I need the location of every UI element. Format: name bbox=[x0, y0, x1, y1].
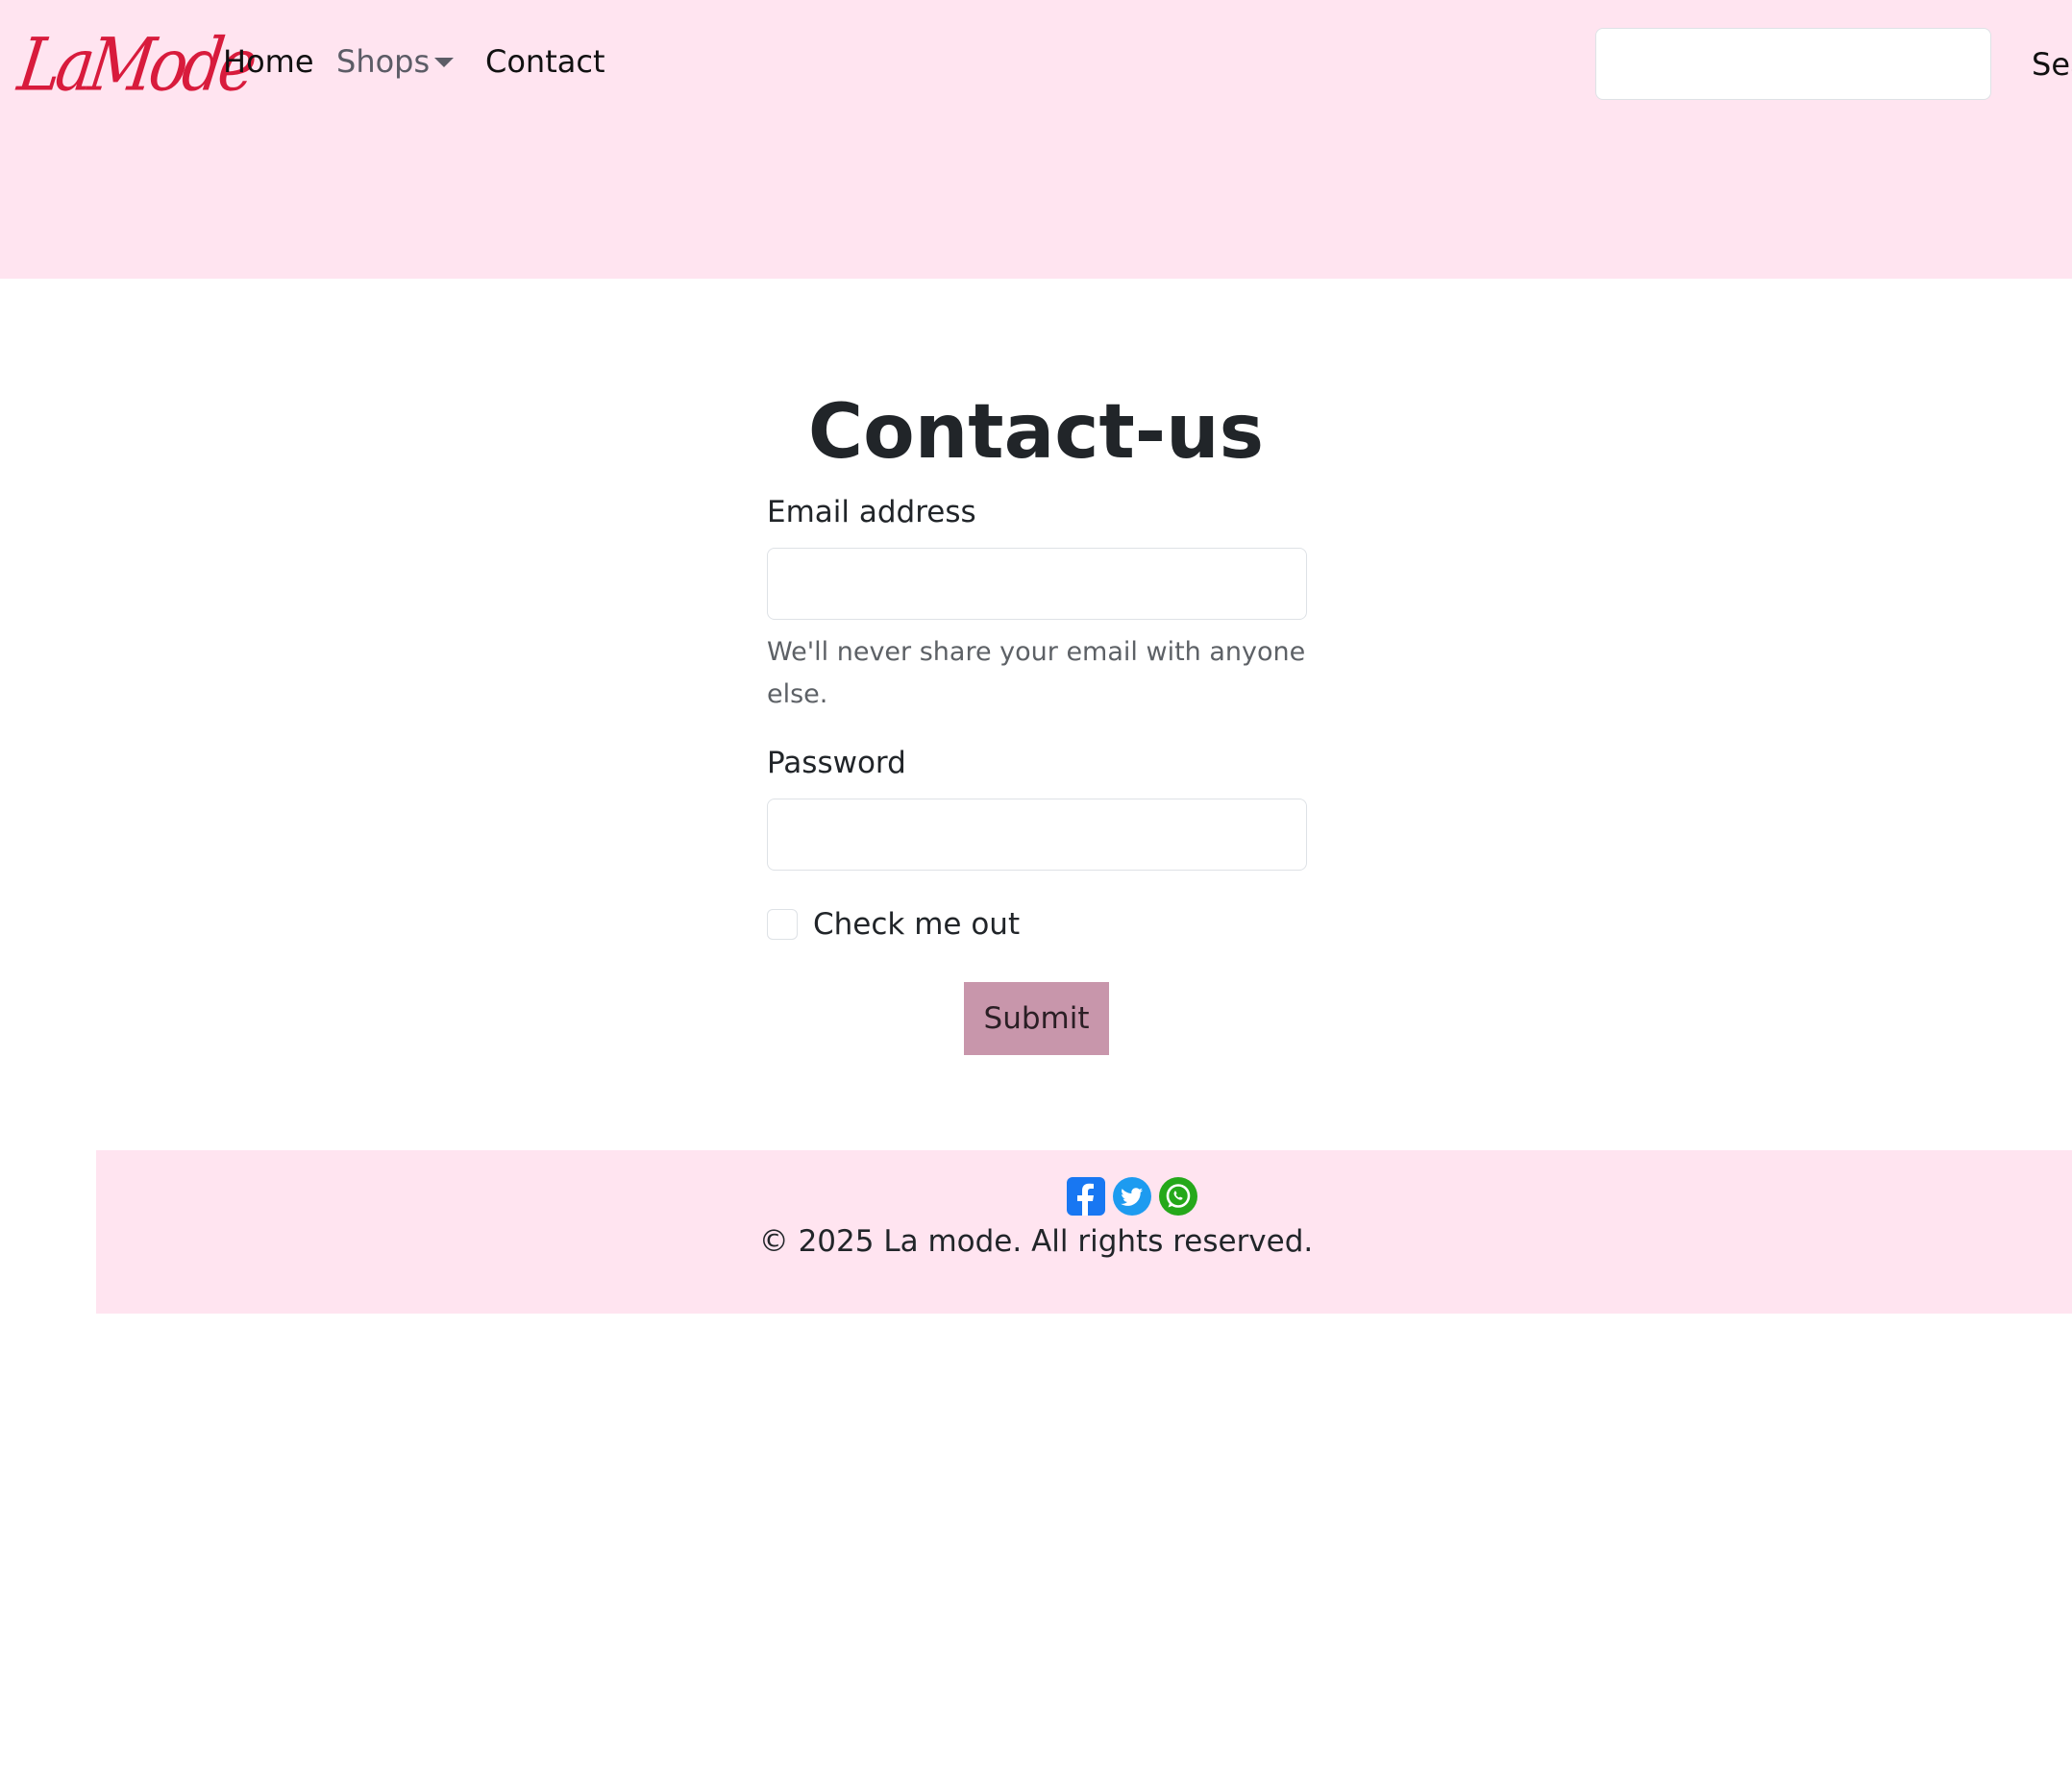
navbar: LaMode Home Shops Contact Search bbox=[0, 0, 2072, 279]
nav-shops-dropdown[interactable]: Shops bbox=[336, 40, 430, 83]
password-field[interactable] bbox=[767, 799, 1307, 871]
password-label: Password bbox=[767, 746, 906, 780]
search-button[interactable]: Search bbox=[2018, 28, 2072, 100]
social-links bbox=[1067, 1177, 1197, 1216]
nav-home-link[interactable]: Home bbox=[223, 40, 314, 83]
check-me-out-checkbox[interactable] bbox=[767, 909, 798, 940]
check-me-out-label[interactable]: Check me out bbox=[813, 905, 1020, 944]
brand-logo[interactable]: LaMode bbox=[13, 19, 258, 111]
copyright-text: © 2025 La mode. All rights reserved. bbox=[758, 1224, 1314, 1259]
twitter-icon[interactable] bbox=[1113, 1177, 1151, 1216]
whatsapp-icon[interactable] bbox=[1159, 1177, 1197, 1216]
email-field[interactable] bbox=[767, 548, 1307, 620]
footer: © 2025 La mode. All rights reserved. bbox=[96, 1150, 2072, 1314]
contact-form: Email address We'll never share your ema… bbox=[767, 490, 1307, 944]
chevron-down-icon[interactable] bbox=[434, 58, 454, 67]
facebook-icon[interactable] bbox=[1067, 1177, 1105, 1216]
submit-button[interactable]: Submit bbox=[964, 982, 1109, 1055]
search-input[interactable] bbox=[1595, 28, 1991, 100]
email-help-text: We'll never share your email with anyone… bbox=[767, 637, 1306, 709]
page-title: Contact-us bbox=[807, 389, 1265, 476]
email-label: Email address bbox=[767, 495, 976, 529]
check-row: Check me out bbox=[767, 905, 1307, 944]
nav-contact-link[interactable]: Contact bbox=[485, 40, 605, 83]
brand-logo-text: LaMode bbox=[12, 21, 259, 108]
